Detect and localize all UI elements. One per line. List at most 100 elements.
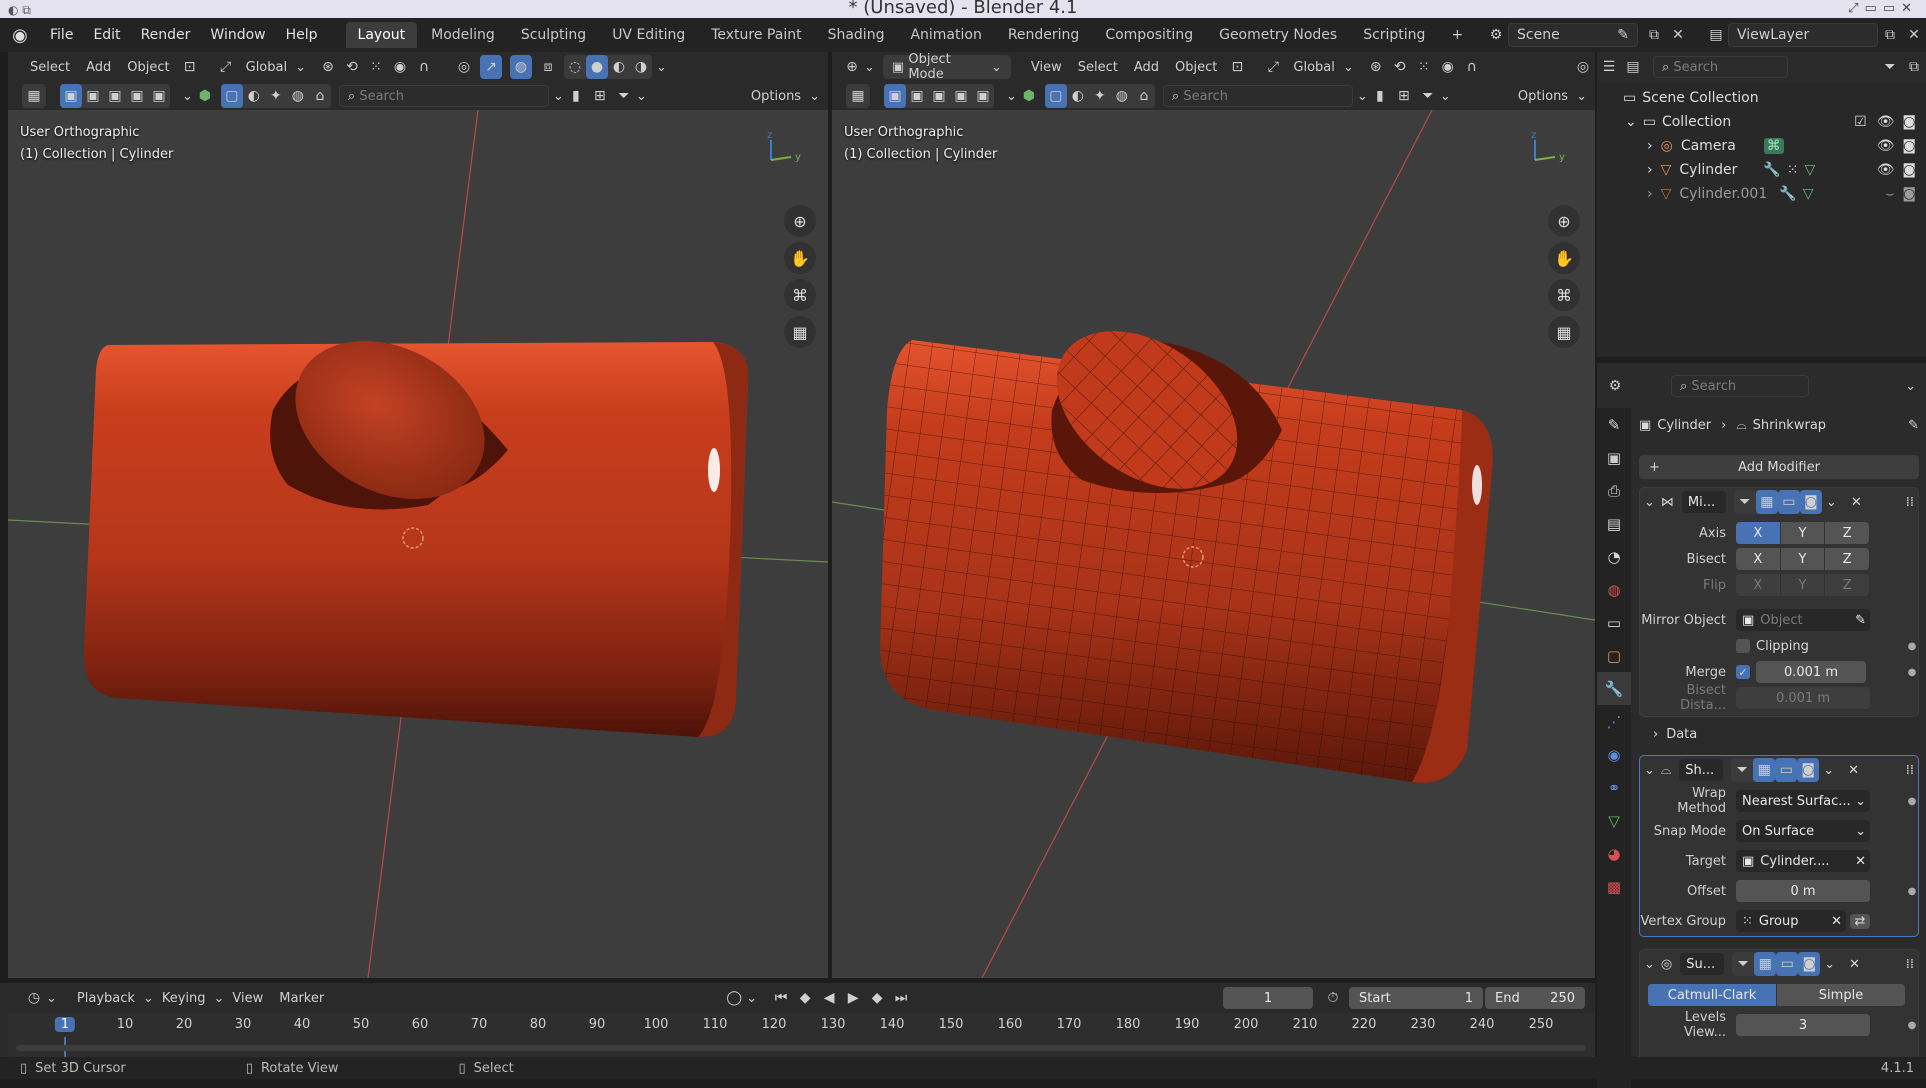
right-menu-add[interactable]: Add	[1126, 60, 1167, 75]
snap-icon[interactable]: ⟲	[340, 55, 364, 79]
select-extend-icon[interactable]: ▣	[906, 84, 928, 108]
particles-tab-icon[interactable]: ⋰	[1597, 705, 1631, 738]
eye-icon[interactable]: 👁	[1877, 138, 1895, 154]
right-options-button[interactable]: Options	[1510, 89, 1576, 104]
view-layer-tab-icon[interactable]: ▤	[1597, 507, 1631, 540]
tab-sculpting[interactable]: Sculpting	[509, 22, 598, 48]
bisect-distance-field[interactable]: 0.001 m	[1736, 687, 1870, 709]
left-menu-object[interactable]: Object	[119, 60, 177, 75]
chevron-down-icon[interactable]: ⌄	[1644, 957, 1655, 972]
filter-light-icon[interactable]: ✦	[1089, 84, 1111, 108]
falloff-icon[interactable]: ∩	[412, 55, 436, 79]
object-tab-icon[interactable]: ▢	[1597, 639, 1631, 672]
close-icon[interactable]: ✕	[1855, 854, 1866, 869]
eye-icon[interactable]: 👁	[1877, 114, 1895, 130]
mirror-axis-y[interactable]: Y	[1780, 522, 1825, 544]
left-axis-gizmo-icon[interactable]: z y	[763, 130, 803, 170]
chevron-right-icon[interactable]: ›	[1647, 186, 1653, 202]
tab-geometry-nodes[interactable]: Geometry Nodes	[1207, 22, 1349, 48]
timeline-menu-keying[interactable]: Keying	[154, 991, 214, 1006]
eyedropper-icon[interactable]: ✎	[1855, 613, 1866, 628]
shrinkwrap-name-field[interactable]: Sh...	[1679, 759, 1724, 781]
menu-window[interactable]: Window	[200, 27, 275, 43]
layout-icon[interactable]: ⊞	[1392, 84, 1416, 108]
left-menu-select[interactable]: Select	[22, 60, 78, 75]
timeline-editor-icon[interactable]: ◷	[22, 986, 46, 1010]
tool-tab-icon[interactable]: ✎	[1597, 408, 1631, 441]
select-intersect-icon[interactable]: ▣	[148, 84, 170, 108]
new-view-layer-icon[interactable]: ⧉	[1878, 23, 1902, 47]
chevron-right-icon[interactable]: ›	[1647, 138, 1653, 154]
mode-toggle-icon[interactable]: ⊡	[1225, 55, 1249, 79]
keyframe-dot-icon[interactable]: ●	[1904, 1020, 1920, 1031]
left-viewport[interactable]: User Orthographic (1) Collection | Cylin…	[8, 110, 828, 978]
close-icon[interactable]: ✕	[1831, 914, 1842, 929]
rendered-shading-icon[interactable]: ◑	[630, 55, 652, 79]
select-subtract-icon[interactable]: ▣	[928, 84, 950, 108]
tab-animation[interactable]: Animation	[898, 22, 993, 48]
pan-hand-icon[interactable]: ✋	[1548, 242, 1580, 274]
chevron-down-icon[interactable]: ⌄	[295, 60, 306, 75]
add-workspace-icon[interactable]: +	[1439, 22, 1475, 48]
chevron-right-icon[interactable]: ›	[1647, 162, 1653, 178]
chevron-down-icon[interactable]: ⌄	[1343, 60, 1354, 75]
new-scene-icon[interactable]: ⧉	[1642, 23, 1666, 47]
world-tab-icon[interactable]: ◍	[1597, 573, 1631, 606]
current-frame-field[interactable]: 1	[1223, 987, 1313, 1009]
constraints-tab-icon[interactable]: ⚭	[1597, 771, 1631, 804]
right-orientation[interactable]: Global	[1285, 60, 1342, 75]
select-invert-icon[interactable]: ▣	[126, 84, 148, 108]
bisect-x[interactable]: X	[1736, 548, 1780, 570]
chevron-down-icon[interactable]: ⌄	[182, 89, 193, 104]
scene-icon[interactable]: ⚙	[1484, 23, 1508, 47]
mirror-name-field[interactable]: Mi...	[1681, 491, 1726, 513]
select-tool-icon[interactable]: ▦	[22, 84, 46, 108]
right-viewport[interactable]: User Orthographic (1) Collection | Cylin…	[832, 110, 1595, 978]
start-frame-field[interactable]: Start 1	[1349, 987, 1483, 1009]
camera-render-icon[interactable]: ◙	[1902, 186, 1916, 202]
jump-prev-keyframe-icon[interactable]: ◆	[793, 986, 817, 1010]
bisect-y[interactable]: Y	[1780, 548, 1825, 570]
menu-render[interactable]: Render	[131, 27, 201, 43]
outliner-row-cylinder[interactable]: › ▽ Cylinder 🔧 ⁙ ▽ 👁 ◙	[1597, 158, 1926, 182]
modifier-tab-icon[interactable]: 🔧	[1597, 672, 1631, 705]
outliner-row-scene-collection[interactable]: ▭ Scene Collection	[1597, 86, 1926, 110]
mode-selector[interactable]: ▣ Object Mode ⌄	[882, 52, 1011, 82]
scene-selector[interactable]: Scene ✎	[1508, 23, 1638, 47]
close-icon[interactable]: ✕	[1851, 495, 1862, 510]
menu-help[interactable]: Help	[276, 27, 328, 43]
flip-x[interactable]: X	[1736, 574, 1780, 596]
jump-start-icon[interactable]: ⏮	[769, 986, 793, 1010]
render-display-icon[interactable]: ◙	[1799, 490, 1822, 514]
output-tab-icon[interactable]: ⎙	[1597, 474, 1631, 507]
chevron-down-icon[interactable]: ⌄	[1644, 763, 1655, 778]
edit-mode-icon[interactable]: ▦	[1755, 490, 1778, 514]
render-display-icon[interactable]: ◙	[1797, 758, 1820, 782]
render-display-icon[interactable]: ◙	[1798, 952, 1821, 976]
flip-y[interactable]: Y	[1780, 574, 1825, 596]
filter-mesh-icon[interactable]: ▢	[220, 84, 243, 108]
render-tab-icon[interactable]: ▣	[1597, 441, 1631, 474]
flip-z[interactable]: Z	[1825, 574, 1870, 596]
filter-light-icon[interactable]: ✦	[265, 84, 287, 108]
right-menu-object[interactable]: Object	[1167, 60, 1225, 75]
select-tool-icon[interactable]: ▦	[846, 84, 870, 108]
select-intersect-icon[interactable]: ▣	[972, 84, 994, 108]
texture-tab-icon[interactable]: ▩	[1597, 870, 1631, 903]
snap-mode-select[interactable]: On Surface ⌄	[1736, 820, 1870, 842]
camera-render-icon[interactable]: ◙	[1902, 162, 1916, 178]
invert-icon[interactable]: ⇄	[1850, 913, 1870, 929]
left-orientation[interactable]: Global	[238, 60, 295, 75]
filter-world-icon[interactable]: ◍	[287, 84, 309, 108]
gizmo-toggle-icon[interactable]: ↗	[480, 55, 503, 79]
select-invert-icon[interactable]: ▣	[950, 84, 972, 108]
filter-icon[interactable]: ⏷	[612, 84, 636, 108]
tab-compositing[interactable]: Compositing	[1093, 22, 1205, 48]
snap-target-icon[interactable]: ⁙	[1412, 55, 1436, 79]
pin-icon[interactable]: ✎	[1617, 27, 1629, 43]
tab-scripting[interactable]: Scripting	[1351, 22, 1437, 48]
select-extend-icon[interactable]: ▣	[82, 84, 104, 108]
chevron-down-icon[interactable]: ⌄	[746, 991, 757, 1006]
close-icon[interactable]: ✕	[1848, 763, 1859, 778]
chevron-down-icon[interactable]: ⌄	[46, 991, 57, 1006]
